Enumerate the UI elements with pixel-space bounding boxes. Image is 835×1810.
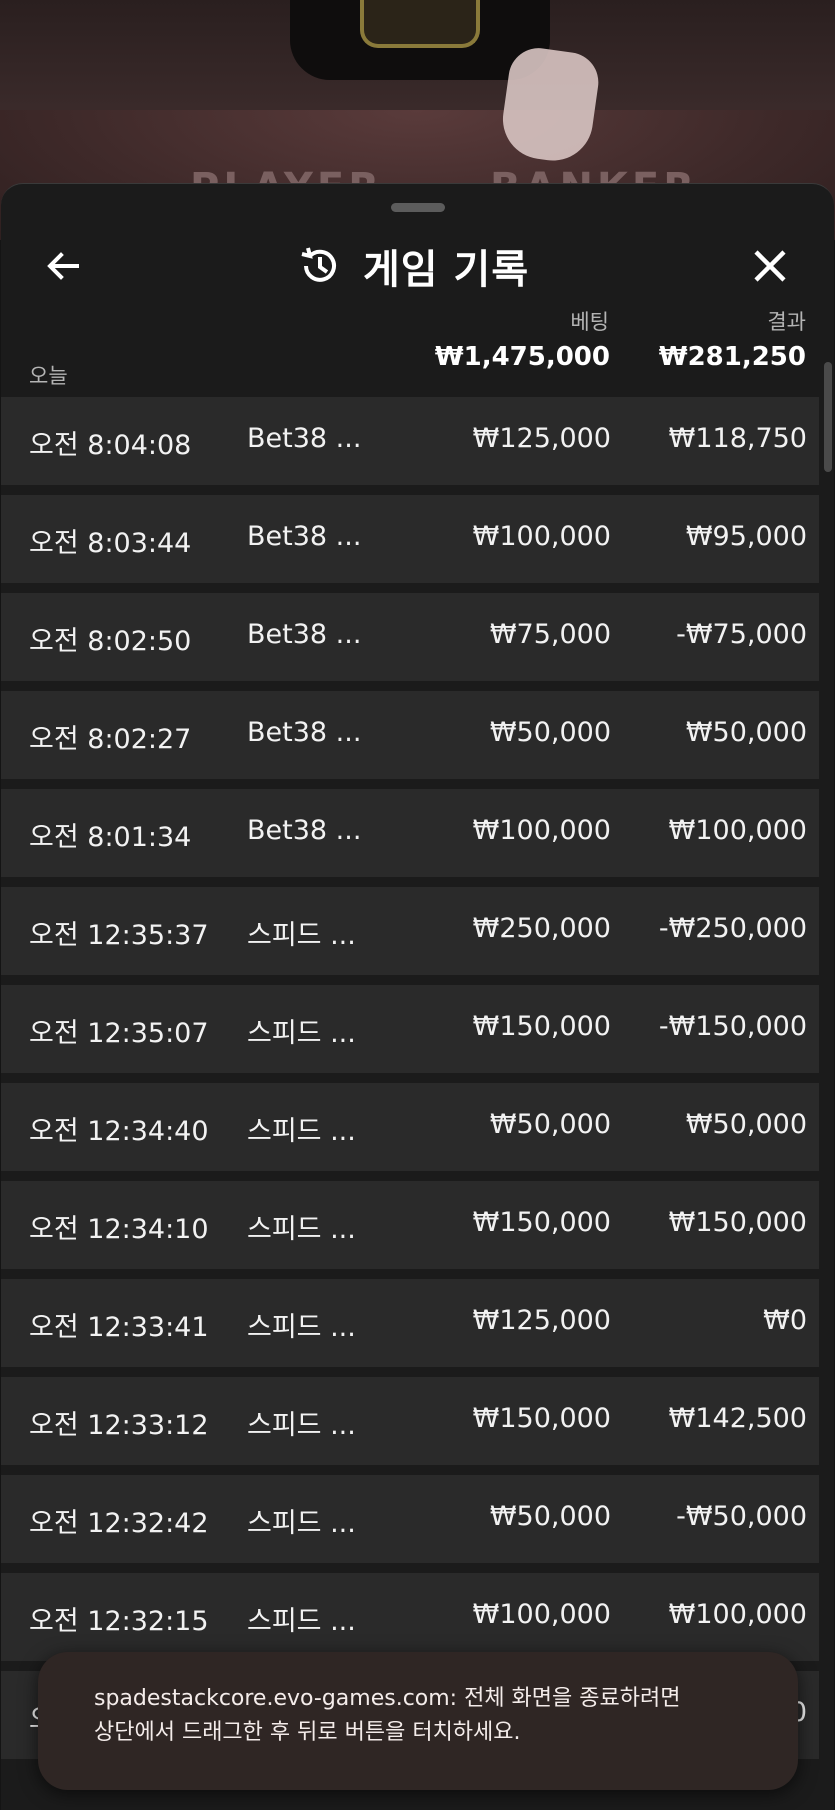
row-result-amount: ₩95,000 (685, 521, 807, 552)
row-game-name: Bet38 ... (247, 521, 362, 552)
row-game-name: Bet38 ... (247, 815, 362, 846)
row-bet-amount: ₩50,000 (489, 717, 611, 748)
row-result-amount: ₩100,000 (668, 1599, 807, 1630)
total-bet-value: ₩1,475,000 (434, 342, 610, 372)
toast-line-2: 상단에서 드래그한 후 뒤로 버튼을 터치하세요. (94, 1720, 521, 1745)
row-game-name: 스피드 ... (247, 1312, 356, 1343)
row-time: 오전 12:33:41 (29, 1312, 209, 1343)
row-time: 오전 8:04:08 (29, 430, 192, 461)
total-result-value: ₩281,250 (658, 342, 806, 372)
history-icon (301, 247, 336, 282)
row-time: 오전 12:35:37 (29, 920, 209, 951)
row-bet-amount: ₩50,000 (489, 1501, 611, 1532)
history-row[interactable]: 오전 12:34:10 스피드 ... ₩150,000 ₩150,000 (1, 1181, 819, 1269)
row-result-amount: ₩142,500 (668, 1403, 807, 1434)
row-time: 오전 12:32:15 (29, 1606, 209, 1637)
row-bet-amount: ₩125,000 (472, 1305, 611, 1336)
row-result-amount: ₩100,000 (668, 815, 807, 846)
row-game-name: Bet38 ... (247, 717, 362, 748)
today-label: 오늘 (29, 364, 68, 388)
result-column-label: 결과 (767, 310, 806, 334)
scrollbar[interactable] (824, 362, 832, 472)
row-time: 오전 8:02:50 (29, 626, 192, 657)
row-time: 오전 8:01:34 (29, 822, 192, 853)
row-result-amount: -₩50,000 (676, 1501, 807, 1532)
summary-header: 베팅 결과 오늘 ₩1,475,000 ₩281,250 (1, 304, 834, 388)
page-title: 게임 기록 (363, 247, 530, 293)
row-result-amount: ₩0 (763, 1305, 807, 1336)
close-button[interactable] (746, 242, 794, 290)
row-bet-amount: ₩75,000 (489, 619, 611, 650)
row-game-name: 스피드 ... (247, 1214, 356, 1245)
row-time: 오전 12:34:40 (29, 1116, 209, 1147)
row-result-amount: ₩118,750 (668, 423, 807, 454)
row-bet-amount: ₩150,000 (472, 1403, 611, 1434)
row-result-amount: ₩50,000 (685, 1109, 807, 1140)
history-row[interactable]: 오전 8:02:50 Bet38 ... ₩75,000 -₩75,000 (1, 593, 819, 681)
arrow-left-icon (47, 252, 79, 280)
row-result-amount: -₩75,000 (676, 619, 807, 650)
row-time: 오전 12:32:42 (29, 1508, 209, 1539)
history-row[interactable]: 오전 12:33:12 스피드 ... ₩150,000 ₩142,500 (1, 1377, 819, 1465)
row-bet-amount: ₩100,000 (472, 521, 611, 552)
back-button[interactable] (39, 242, 87, 290)
title-group: 게임 기록 (297, 240, 530, 293)
row-bet-amount: ₩100,000 (472, 1599, 611, 1630)
row-game-name: 스피드 ... (247, 920, 356, 951)
fullscreen-toast: spadestackcore.evo-games.com: 전체 화면을 종료하… (38, 1652, 798, 1790)
game-history-sheet: 게임 기록 베팅 결과 오늘 ₩1,475,000 ₩281,250 오전 8:… (1, 183, 834, 1810)
history-row[interactable]: 오전 12:32:15 스피드 ... ₩100,000 ₩100,000 (1, 1573, 819, 1661)
row-time: 오전 12:33:12 (29, 1410, 209, 1441)
history-row[interactable]: 오전 8:01:34 Bet38 ... ₩100,000 ₩100,000 (1, 789, 819, 877)
row-bet-amount: ₩250,000 (472, 913, 611, 944)
row-time: 오전 8:03:44 (29, 528, 192, 559)
row-bet-amount: ₩100,000 (472, 815, 611, 846)
row-time: 오전 12:34:10 (29, 1214, 209, 1245)
row-result-amount: ₩50,000 (685, 717, 807, 748)
bet-column-label: 베팅 (570, 310, 609, 334)
row-game-name: 스피드 ... (247, 1606, 356, 1637)
row-game-name: 스피드 ... (247, 1018, 356, 1049)
history-row[interactable]: 오전 8:02:27 Bet38 ... ₩50,000 ₩50,000 (1, 691, 819, 779)
close-icon (754, 250, 786, 282)
row-game-name: 스피드 ... (247, 1508, 356, 1539)
history-row[interactable]: 오전 12:34:40 스피드 ... ₩50,000 ₩50,000 (1, 1083, 819, 1171)
row-time: 오전 8:02:27 (29, 724, 192, 755)
row-game-name: 스피드 ... (247, 1410, 356, 1441)
dealer-belt (360, 0, 480, 48)
row-time: 오전 12:35:07 (29, 1018, 209, 1049)
history-row[interactable]: 오전 8:03:44 Bet38 ... ₩100,000 ₩95,000 (1, 495, 819, 583)
row-bet-amount: ₩150,000 (472, 1207, 611, 1238)
sheet-header: 게임 기록 (1, 224, 834, 304)
row-bet-amount: ₩50,000 (489, 1109, 611, 1140)
row-result-amount: -₩150,000 (658, 1011, 807, 1042)
row-game-name: 스피드 ... (247, 1116, 356, 1147)
row-result-amount: -₩250,000 (658, 913, 807, 944)
row-result-amount: ₩150,000 (668, 1207, 807, 1238)
row-game-name: Bet38 ... (247, 423, 362, 454)
history-row[interactable]: 오전 8:04:08 Bet38 ... ₩125,000 ₩118,750 (1, 397, 819, 485)
history-list: 오전 8:04:08 Bet38 ... ₩125,000 ₩118,750 오전 8:… (1, 397, 819, 1769)
history-row[interactable]: 오전 12:32:42 스피드 ... ₩50,000 -₩50,000 (1, 1475, 819, 1563)
drag-handle[interactable] (391, 203, 445, 212)
row-game-name: Bet38 ... (247, 619, 362, 650)
history-row[interactable]: 오전 12:35:37 스피드 ... ₩250,000 -₩250,000 (1, 887, 819, 975)
toast-line-1: spadestackcore.evo-games.com: 전체 화면을 종료하… (94, 1686, 681, 1711)
history-row[interactable]: 오전 12:33:41 스피드 ... ₩125,000 ₩0 (1, 1279, 819, 1367)
row-bet-amount: ₩150,000 (472, 1011, 611, 1042)
history-row[interactable]: 오전 12:35:07 스피드 ... ₩150,000 -₩150,000 (1, 985, 819, 1073)
row-bet-amount: ₩125,000 (472, 423, 611, 454)
